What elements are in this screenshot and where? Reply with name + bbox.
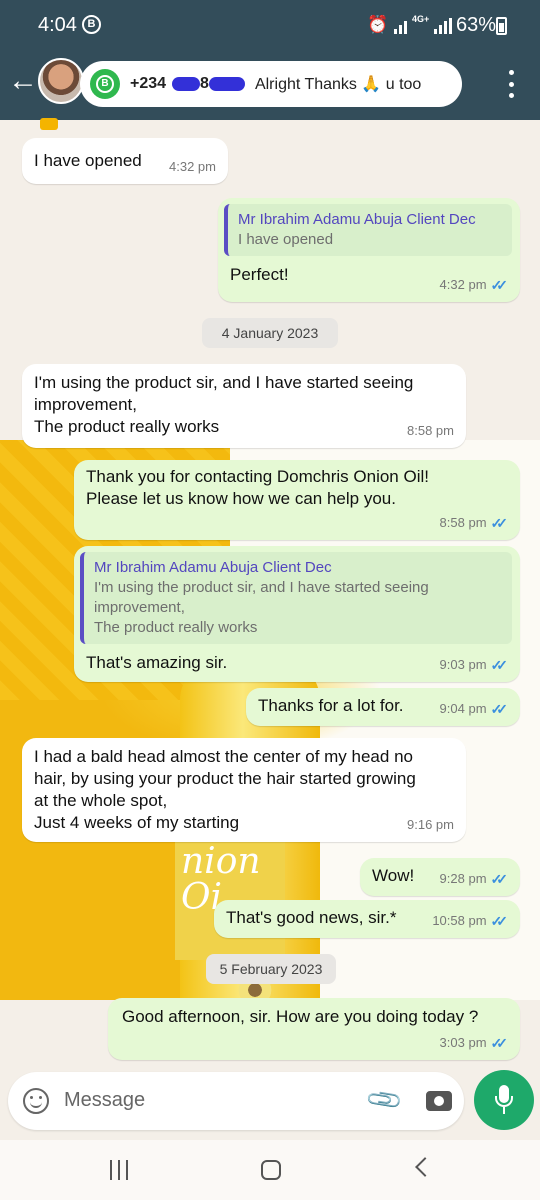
emoji-icon bbox=[40, 118, 58, 130]
camera-icon[interactable] bbox=[426, 1091, 452, 1111]
battery-icon bbox=[496, 17, 507, 35]
back-arrow-icon[interactable]: ← bbox=[8, 66, 38, 96]
signal-icon bbox=[394, 18, 407, 34]
message-time: 9:28 pm ✓✓ bbox=[440, 868, 509, 890]
more-options-icon[interactable] bbox=[503, 70, 519, 98]
read-receipt-icon: ✓✓ bbox=[490, 1035, 509, 1051]
read-receipt-icon: ✓✓ bbox=[490, 277, 509, 293]
message-bubble[interactable]: Good afternoon, sir. How are you doing t… bbox=[108, 998, 520, 1060]
notification-pill[interactable]: B +234 8 Alright Thanks 🙏 u too bbox=[80, 61, 462, 107]
system-nav-bar bbox=[0, 1140, 540, 1200]
quote-author: Mr Ibrahim Adamu Abuja Client Dec bbox=[94, 559, 332, 576]
read-receipt-icon: ✓✓ bbox=[490, 657, 509, 673]
message-text: I had a bald head almost the center of m… bbox=[34, 747, 416, 832]
last-message-preview: Alright Thanks 🙏 u too bbox=[254, 76, 422, 93]
message-time: 9:03 pm ✓✓ bbox=[440, 654, 509, 676]
system-back-icon[interactable] bbox=[415, 1157, 435, 1177]
phone-mid: 8 bbox=[200, 75, 209, 92]
status-bar: 4:04 B ⏰ 4G+ 63% bbox=[0, 0, 540, 52]
signal-icon bbox=[434, 18, 452, 34]
message-bubble[interactable]: Mr Ibrahim Adamu Abuja Client Dec I'm us… bbox=[74, 546, 520, 682]
message-time: 8:58 pm bbox=[407, 423, 454, 438]
message-input-bar[interactable]: Message 📎 bbox=[8, 1072, 464, 1130]
message-bubble[interactable]: I have opened 4:32 pm bbox=[22, 138, 228, 184]
redaction-mark bbox=[172, 77, 201, 91]
whatsapp-business-icon: B bbox=[90, 69, 120, 99]
message-input[interactable]: Message bbox=[64, 1089, 145, 1112]
message-bubble[interactable]: I'm using the product sir, and I have st… bbox=[22, 364, 466, 448]
message-time: 9:04 pm ✓✓ bbox=[440, 698, 509, 720]
message-time: 9:16 pm bbox=[407, 817, 454, 832]
attach-icon[interactable]: 📎 bbox=[364, 1080, 406, 1121]
status-time: 4:04 bbox=[38, 14, 77, 36]
read-receipt-icon: ✓✓ bbox=[490, 515, 509, 531]
message-bubble[interactable]: I had a bald head almost the center of m… bbox=[22, 738, 466, 842]
contact-avatar[interactable] bbox=[38, 58, 84, 104]
message-time: 4:32 pm bbox=[169, 159, 216, 174]
message-time: 4:32 pm ✓✓ bbox=[440, 274, 509, 296]
quote-text: I have opened bbox=[238, 231, 334, 248]
message-bubble[interactable]: That's good news, sir.* 10:58 pm ✓✓ bbox=[214, 900, 520, 938]
message-bubble[interactable]: Thanks for a lot for. 9:04 pm ✓✓ bbox=[246, 688, 520, 726]
message-time: 3:03 pm ✓✓ bbox=[440, 1032, 509, 1054]
message-time: 10:58 pm ✓✓ bbox=[432, 910, 508, 932]
quote-text: I'm using the product sir, and I have st… bbox=[94, 579, 429, 636]
quote-author: Mr Ibrahim Adamu Abuja Client Dec bbox=[238, 211, 476, 228]
read-receipt-icon: ✓✓ bbox=[490, 913, 509, 929]
message-bubble[interactable]: Mr Ibrahim Adamu Abuja Client Dec I have… bbox=[218, 198, 520, 302]
date-separator: 4 January 2023 bbox=[202, 318, 338, 348]
read-receipt-icon: ✓✓ bbox=[490, 871, 509, 887]
alarm-icon: ⏰ bbox=[367, 15, 389, 34]
quoted-message[interactable]: Mr Ibrahim Adamu Abuja Client Dec I'm us… bbox=[80, 552, 512, 644]
message-bubble[interactable]: Wow! 9:28 pm ✓✓ bbox=[360, 858, 520, 896]
network-type: 4G+ bbox=[412, 14, 430, 24]
recent-apps-icon[interactable] bbox=[110, 1160, 128, 1180]
message-text: Thank you for contacting Domchris Onion … bbox=[86, 467, 429, 508]
top-bar: 4:04 B ⏰ 4G+ 63% ← B +234 8 Alright Than… bbox=[0, 0, 540, 120]
battery-percent: 63% bbox=[456, 14, 497, 36]
date-separator: 5 February 2023 bbox=[206, 954, 336, 984]
message-text: Good afternoon, sir. How are you doing t… bbox=[122, 1007, 479, 1026]
mic-button[interactable] bbox=[474, 1070, 534, 1130]
emoji-icon[interactable] bbox=[23, 1088, 49, 1114]
redaction-mark bbox=[208, 77, 245, 91]
message-bubble[interactable]: Thank you for contacting Domchris Onion … bbox=[74, 460, 520, 540]
quoted-message[interactable]: Mr Ibrahim Adamu Abuja Client Dec I have… bbox=[224, 204, 512, 256]
b-status-icon: B bbox=[82, 15, 101, 34]
phone-prefix: +234 bbox=[130, 75, 167, 92]
home-icon[interactable] bbox=[261, 1160, 281, 1180]
read-receipt-icon: ✓✓ bbox=[490, 701, 509, 717]
message-time: 8:58 pm ✓✓ bbox=[440, 512, 509, 534]
message-text: I'm using the product sir, and I have st… bbox=[34, 373, 414, 436]
